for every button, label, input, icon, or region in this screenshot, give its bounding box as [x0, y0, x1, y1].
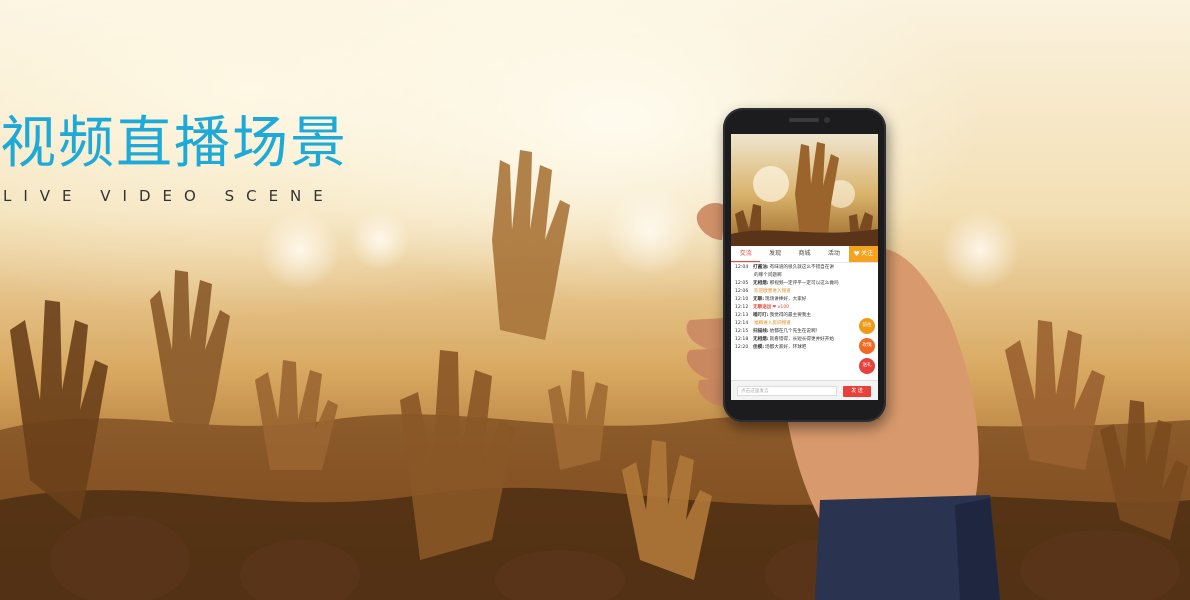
chat-text: 的哪个问题啊 [754, 273, 782, 278]
smartphone: 交流 发现 商城 活动 ♥ 关注 12:04 打酱油: 有味道的很久就这么不错自在讲… [723, 108, 886, 422]
chat-input[interactable]: 点击这里发言 [737, 386, 837, 396]
chat-text: 他都在几个先生在说啊！ [769, 329, 821, 334]
chat-text: 那视频一定评平一定可以这么做吗 [769, 281, 839, 286]
chat-text: ❤ x100 [772, 305, 790, 310]
chat-message: 12:14 福梅进入房间频道 [735, 320, 859, 328]
chat-message: 12:18 无相熄: 就看错得，长短长得更并好开始 [735, 336, 859, 344]
heart-icon: ♥ [853, 250, 860, 258]
chat-text: 福梅进入房间频道 [754, 321, 791, 326]
chat-username: 扫描线: [753, 329, 769, 334]
tab-chat[interactable]: 交流 [731, 246, 761, 262]
side-button-1[interactable]: 前往 [859, 318, 875, 334]
chat-tabs: 交流 发现 商城 活动 ♥ 关注 [731, 246, 878, 263]
tab-mall[interactable]: 商城 [790, 246, 819, 262]
follow-label: 关注 [860, 250, 873, 257]
chat-text: 我觉得的最主要我主 [769, 313, 811, 318]
chat-message: 12:06 欢迎欧墨进入频道 [735, 288, 859, 296]
tab-events[interactable]: 活动 [819, 246, 848, 262]
chat-text: 场都大家好，环球吧 [765, 345, 807, 350]
send-button[interactable]: 发 送 [843, 386, 871, 397]
rose-button[interactable]: 玫瑰 [859, 338, 875, 354]
follow-button[interactable]: ♥ 关注 [848, 246, 878, 262]
page-title: 视频直播场景 [0, 111, 348, 176]
chat-time: 12:10 [735, 297, 749, 302]
chat-text: 有味道的很久就这么不错自在讲 [769, 265, 834, 270]
chat-time: 12:12 [735, 305, 749, 310]
chat-username: 喵叮叮: [753, 313, 769, 318]
chat-time: 12:13 [735, 313, 749, 318]
chat-time: 12:04 [735, 265, 749, 270]
speaker-grille [789, 118, 819, 122]
chat-username: 打酱油: [753, 265, 769, 270]
chat-text: 欢迎欧墨进入频道 [754, 289, 791, 294]
page-subtitle: LIVE VIDEO SCENE [3, 187, 335, 205]
chat-time: 12:20 [735, 345, 749, 350]
chat-username: 无聊送出 [753, 305, 772, 310]
tab-discover[interactable]: 发现 [760, 246, 789, 262]
chat-input-bar: 点击这里发言 发 送 [731, 380, 878, 400]
chat-username: 佳模: [753, 345, 765, 350]
chat-username: 无相熄: [753, 281, 769, 286]
phone-screen: 交流 发现 商城 活动 ♥ 关注 12:04 打酱油: 有味道的很久就这么不错自在讲… [731, 134, 878, 400]
chat-message: 12:12 无聊送出 ❤ x100 [735, 304, 859, 312]
hand-illustration [686, 203, 1000, 600]
video-frame-illustration [731, 142, 878, 246]
chat-time: 12:14 [735, 321, 749, 326]
chat-list: 12:04 打酱油: 有味道的很久就这么不错自在讲 的哪个问题啊 12:05 无相熄: 那视… [731, 264, 859, 352]
chat-username: 无聊: [753, 297, 765, 302]
chat-message: 12:20 佳模: 场都大家好，环球吧 [735, 344, 859, 352]
chat-text: 就看错得，长短长得更并好开始 [769, 337, 834, 342]
chat-time: 12:05 [735, 281, 749, 286]
chat-message: 12:04 打酱油: 有味道的很久就这么不错自在讲 [735, 264, 859, 272]
chat-message: 12:05 无相熄: 那视频一定评平一定可以这么做吗 [735, 280, 859, 288]
front-camera [824, 117, 830, 123]
chat-time: 12:18 [735, 337, 749, 342]
chat-message: 的哪个问题啊 [735, 272, 859, 280]
concert-background [0, 0, 1190, 600]
chat-username: 无相熄: [753, 337, 769, 342]
chat-time: 12:15 [735, 329, 749, 334]
chat-time: 12:06 [735, 289, 749, 294]
chat-message: 12:15 扫描线: 他都在几个先生在说啊！ [735, 328, 859, 336]
chat-text: 现场讲棒好，大家好 [765, 297, 807, 302]
chat-time [735, 272, 753, 280]
gift-button[interactable]: 送礼 [859, 358, 875, 374]
chat-message: 12:10 无聊: 现场讲棒好，大家好 [735, 296, 859, 304]
live-video-player[interactable] [731, 134, 878, 246]
chat-message: 12:13 喵叮叮: 我觉得的最主要我主 [735, 312, 859, 320]
